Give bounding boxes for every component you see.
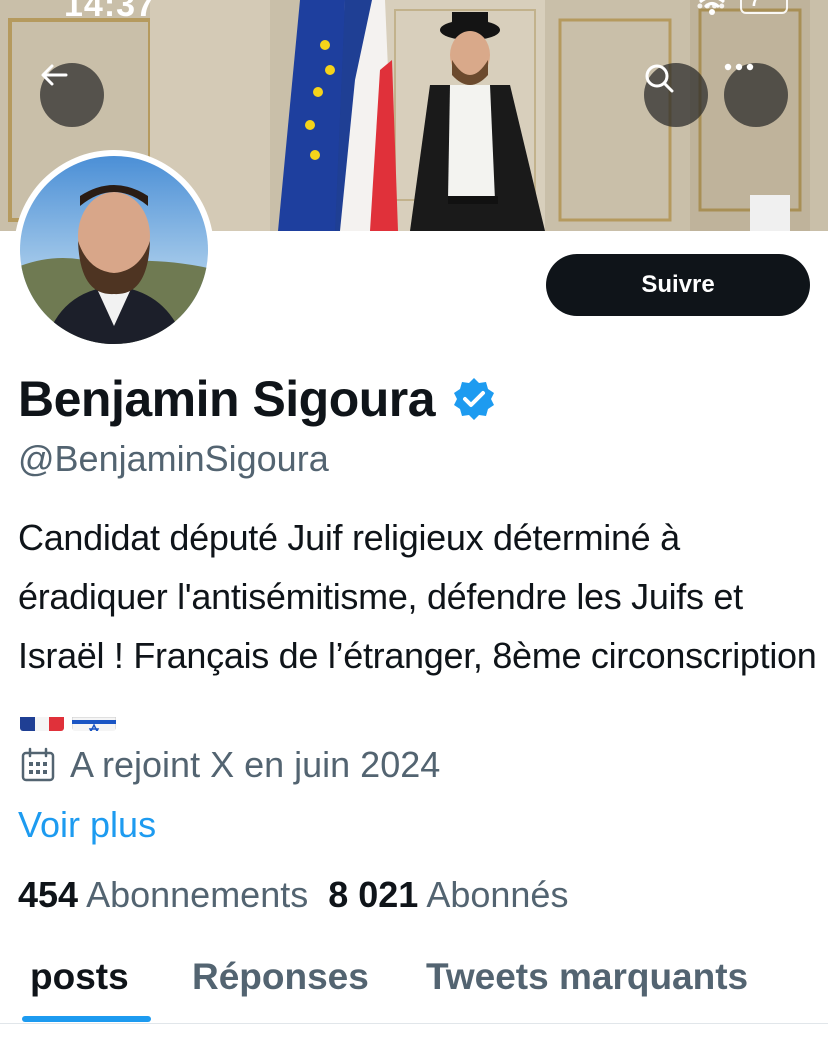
calendar-icon [21, 747, 55, 782]
following-label: Abonnements [86, 874, 309, 915]
back-button[interactable] [40, 63, 104, 127]
followers-count: 8 021 [328, 874, 419, 915]
joined-date: A rejoint X en juin 2024 [20, 744, 440, 786]
active-tab-indicator [22, 1016, 151, 1022]
tab-highlights[interactable]: Tweets marquants [426, 956, 748, 998]
profile-name-row: Benjamin Sigoura [18, 370, 497, 428]
search-icon [645, 64, 674, 93]
arrow-left-icon [41, 64, 68, 86]
status-time: 14:37 [64, 0, 156, 24]
battery-icon: 7 [740, 0, 788, 14]
followers-label: Abonnés [426, 874, 569, 915]
wifi-icon [698, 0, 725, 15]
display-name: Benjamin Sigoura [18, 371, 436, 427]
following-stat[interactable]: 454 Abonnements [18, 874, 308, 916]
status-icons: •••• 7 [697, 0, 788, 17]
more-horizontal-icon [724, 63, 754, 71]
follow-stats: 454 Abonnements 8 021 Abonnés [18, 874, 568, 916]
see-more-link[interactable]: Voir plus [18, 804, 156, 846]
followers-stat[interactable]: 8 021 Abonnés [328, 874, 568, 916]
bio-text: Candidat député Juif religieux déterminé… [18, 517, 817, 676]
follow-button[interactable]: Suivre [546, 254, 810, 316]
verified-badge-icon[interactable] [451, 376, 497, 422]
profile-tabs: posts Réponses Tweets marquants [0, 950, 828, 1024]
joined-text: A rejoint X en juin 2024 [70, 744, 441, 785]
following-count: 454 [18, 874, 79, 915]
avatar-image [20, 156, 208, 344]
avatar[interactable] [14, 150, 214, 350]
profile-bio: Candidat député Juif religieux déterminé… [18, 508, 818, 744]
profile-handle: @BenjaminSigoura [18, 438, 329, 479]
battery-level: 7 [750, 0, 760, 11]
tab-replies[interactable]: Réponses [192, 956, 369, 998]
more-button[interactable] [724, 63, 788, 127]
france-flag-icon [20, 703, 64, 732]
israel-flag-icon [72, 703, 116, 732]
search-button[interactable] [644, 63, 708, 127]
tab-posts[interactable]: posts [30, 956, 129, 998]
